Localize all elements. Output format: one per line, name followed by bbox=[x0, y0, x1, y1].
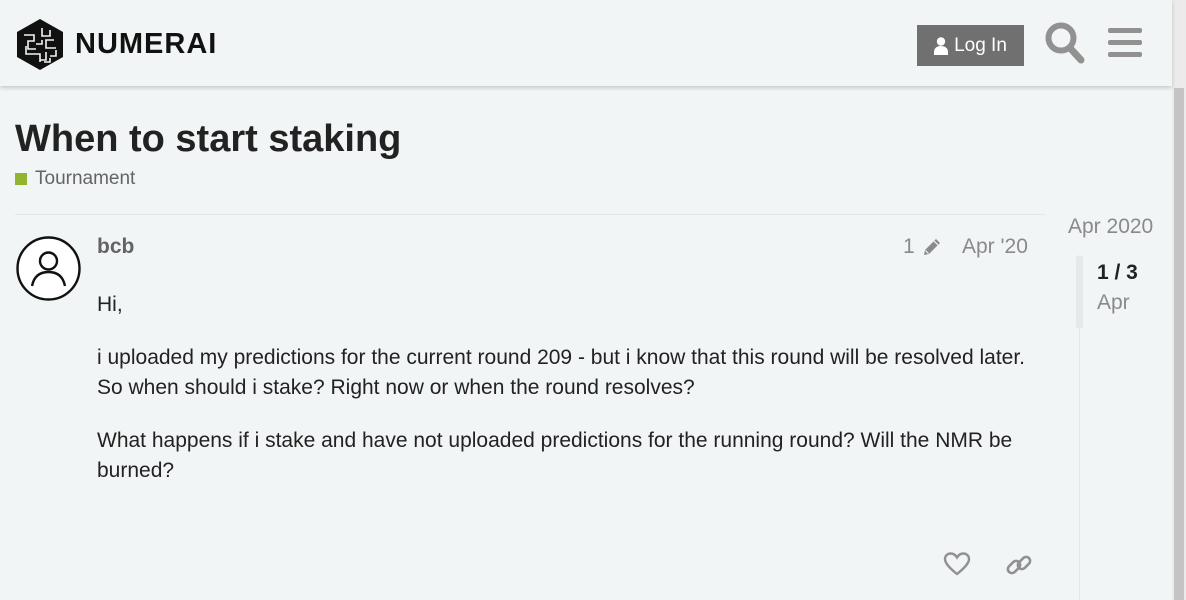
topic-divider bbox=[15, 214, 1045, 215]
timeline-handle[interactable] bbox=[1076, 256, 1083, 328]
search-icon[interactable] bbox=[1045, 22, 1085, 64]
default-avatar-icon[interactable] bbox=[16, 236, 81, 301]
category-label: Tournament bbox=[35, 168, 136, 189]
pencil-icon bbox=[923, 239, 940, 255]
site-header: NUMERAI Log In bbox=[0, 0, 1172, 86]
topic-title[interactable]: When to start staking bbox=[15, 118, 401, 161]
post-date[interactable]: Apr '20 bbox=[962, 235, 1028, 259]
timeline-position: 1 / 3 bbox=[1097, 261, 1138, 284]
timeline-start-date[interactable]: Apr 2020 bbox=[1068, 215, 1153, 239]
numerai-logo-icon bbox=[17, 19, 63, 70]
post-paragraph: What happens if i stake and have not upl… bbox=[97, 429, 1013, 482]
login-label: Log In bbox=[954, 34, 1007, 56]
post-body: Hi, i uploaded my predictions for the cu… bbox=[97, 290, 1037, 509]
page-scrollbar[interactable] bbox=[1172, 0, 1186, 600]
post-paragraph: Hi, bbox=[97, 293, 123, 316]
category-color-swatch bbox=[15, 173, 27, 185]
timeline-current-date: Apr bbox=[1097, 291, 1130, 314]
user-icon bbox=[934, 36, 949, 55]
scrollbar-thumb[interactable] bbox=[1174, 88, 1184, 600]
category-badge[interactable]: Tournament bbox=[15, 168, 135, 190]
logo-text: NUMERAI bbox=[75, 28, 218, 60]
post-paragraph: i uploaded my predictions for the curren… bbox=[97, 346, 1026, 399]
post-username[interactable]: bcb bbox=[97, 235, 134, 259]
hamburger-menu-icon[interactable] bbox=[1107, 22, 1143, 64]
heart-icon[interactable] bbox=[943, 551, 971, 577]
site-logo[interactable]: NUMERAI bbox=[16, 18, 217, 71]
post-edit-history[interactable]: 1 bbox=[903, 235, 943, 259]
login-button[interactable]: Log In bbox=[917, 25, 1024, 66]
link-icon[interactable] bbox=[1005, 551, 1033, 579]
edit-count: 1 bbox=[903, 235, 915, 258]
